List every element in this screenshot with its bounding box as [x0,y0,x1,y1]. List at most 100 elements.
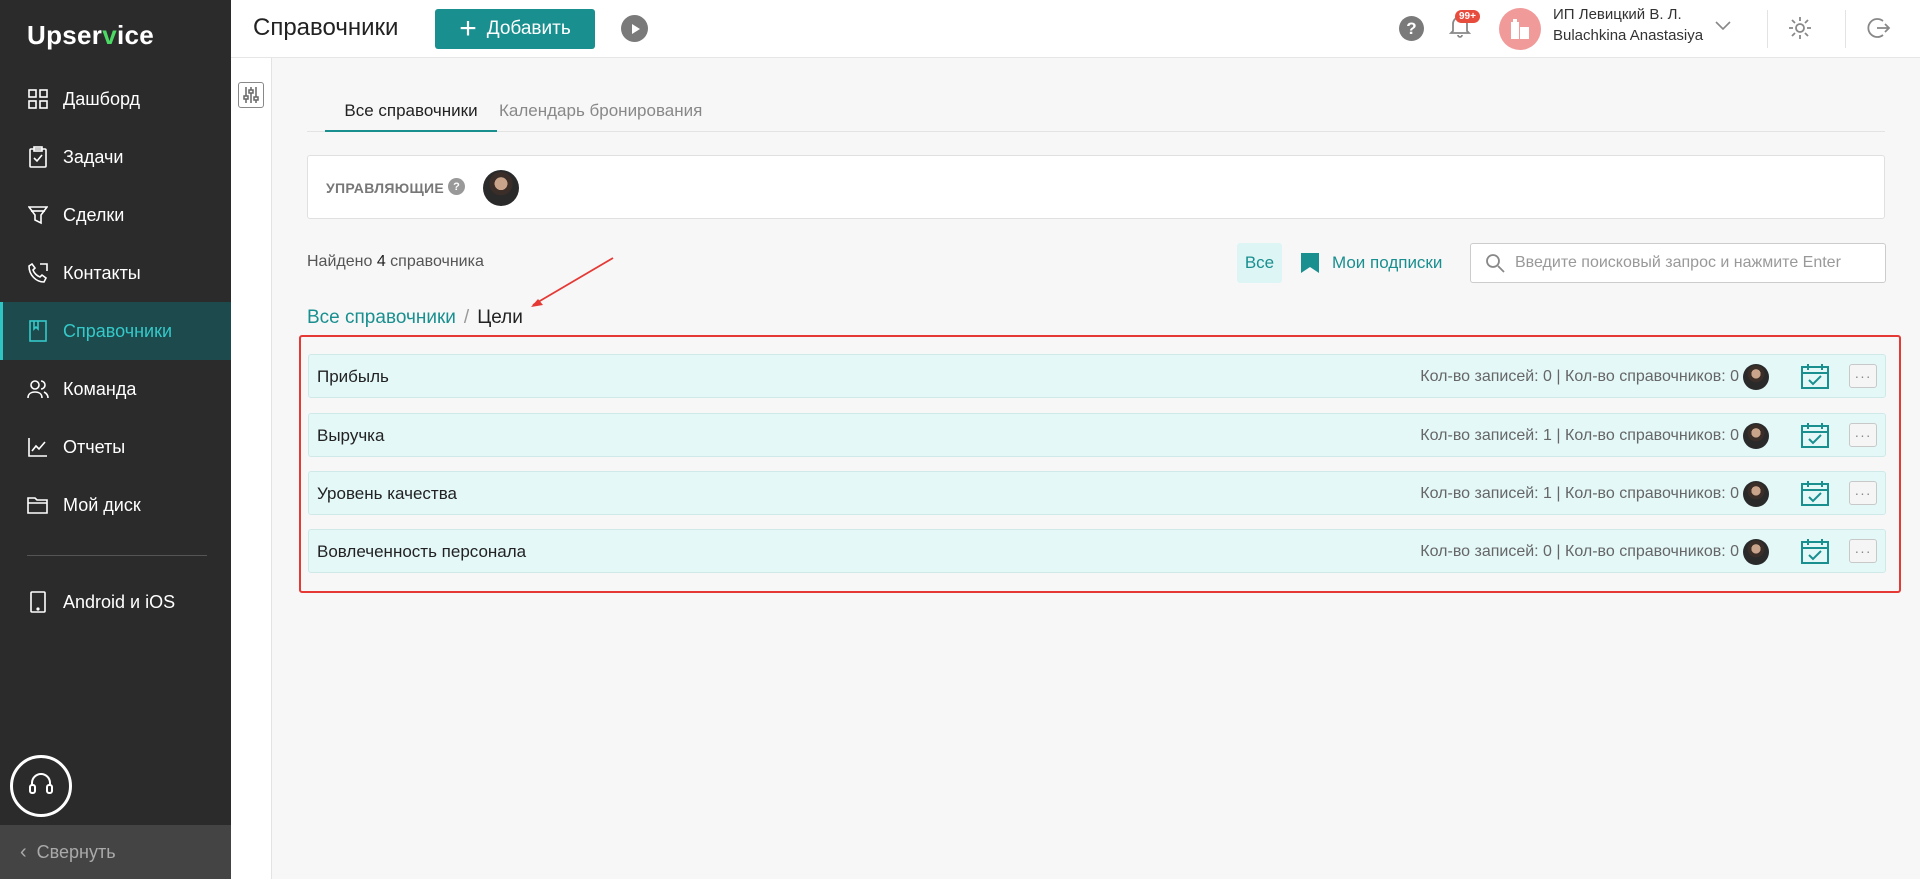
list-item[interactable]: Прибыль Кол-во записей: 0 | Кол-во справ… [308,354,1886,398]
sidebar-item-label: Android и iOS [63,591,176,612]
row-title[interactable]: Выручка [317,426,384,446]
sidebar-item-label: Сделки [63,204,125,225]
ellipsis-icon: ··· [1854,485,1872,501]
calendar-icon[interactable] [1801,363,1829,394]
logout-icon [1867,18,1891,38]
annotation-arrow [531,257,614,307]
list-item[interactable]: Выручка Кол-во записей: 1 | Кол-во справ… [308,413,1886,457]
sidebar: Upservice Дашборд Задачи Сделки Контакты… [0,0,231,879]
help-icon[interactable]: ? [448,178,465,195]
notifications-badge: 99+ [1455,10,1480,23]
sidebar-item-tasks[interactable]: Задачи [0,128,231,186]
calendar-icon[interactable] [1801,480,1829,511]
row-title[interactable]: Вовлеченность персонала [317,542,526,562]
tabs: Все справочники Календарь бронирования [307,95,1885,132]
sidebar-item-label: Контакты [63,262,141,283]
phone-icon [27,262,49,284]
more-options-button[interactable]: ··· [1849,364,1877,388]
more-options-button[interactable]: ··· [1849,481,1877,505]
folder-icon [27,494,49,516]
sidebar-item-dashboard[interactable]: Дашборд [0,70,231,128]
play-icon [631,23,640,34]
support-button[interactable] [10,755,72,817]
list-item[interactable]: Вовлеченность персонала Кол-во записей: … [308,529,1886,573]
managers-panel: УПРАВЛЯЮЩИЕ ? [307,155,1885,219]
collapse-label: Свернуть [36,841,116,862]
tab-booking-calendar[interactable]: Календарь бронирования [499,101,702,132]
plus-icon: + [459,12,477,45]
sidebar-item-label: Справочники [63,320,173,341]
sidebar-item-label: Дашборд [63,88,141,109]
add-button[interactable]: + Добавить [435,9,595,49]
gear-icon [1789,17,1811,39]
user-name[interactable]: Bulachkina Anastasiya [1553,27,1703,44]
search-icon [1486,254,1505,273]
ellipsis-icon: ··· [1854,368,1872,384]
sidebar-item-directories[interactable]: Справочники [0,302,231,360]
row-title[interactable]: Уровень качества [317,484,457,504]
user-company[interactable]: ИП Левицкий В. Л. [1553,6,1682,23]
question-icon: ? [1406,18,1417,38]
sidebar-item-deals[interactable]: Сделки [0,186,231,244]
funnel-icon [27,204,49,226]
dashboard-icon [27,88,49,110]
filter-strip [231,58,272,879]
ellipsis-icon: ··· [1854,427,1872,443]
top-header: Справочники + Добавить ? 99+ ИП Левицкий… [231,0,1920,58]
team-icon [27,378,49,400]
filter-all-button[interactable]: Все [1237,243,1282,283]
sidebar-item-label: Задачи [63,146,124,167]
more-options-button[interactable]: ··· [1849,539,1877,563]
subscriptions-label: Мои подписки [1332,253,1443,272]
my-subscriptions-button[interactable]: Мои подписки [1300,252,1442,274]
chevron-left-icon: ‹ [20,840,27,863]
ellipsis-icon: ··· [1854,543,1872,559]
filters-toggle-button[interactable] [238,82,264,108]
breadcrumb-current: Цели [477,307,523,328]
calendar-icon[interactable] [1801,538,1829,569]
header-divider [1845,10,1846,48]
avatar[interactable] [1743,539,1769,565]
sidebar-item-my-disk[interactable]: Мой диск [0,476,231,534]
breadcrumb-separator: / [463,307,470,328]
sidebar-item-label: Мой диск [63,494,141,515]
play-video-button[interactable] [621,15,648,42]
avatar[interactable] [483,170,519,206]
company-avatar[interactable] [1499,8,1541,50]
managers-label: УПРАВЛЯЮЩИЕ [326,180,445,196]
chart-icon [27,436,49,458]
row-stats: Кол-во записей: 0 | Кол-во справочников:… [1420,368,1739,385]
tasks-icon [27,146,49,168]
avatar[interactable] [1743,481,1769,507]
page-title: Справочники [253,14,399,41]
sidebar-item-team[interactable]: Команда [0,360,231,418]
breadcrumb-root[interactable]: Все справочники [307,307,456,328]
sidebar-item-mobile[interactable]: Android и iOS [0,573,231,631]
sidebar-item-label: Отчеты [63,436,126,457]
calendar-icon[interactable] [1801,422,1829,453]
search-input[interactable] [1515,254,1875,272]
settings-button[interactable] [1787,15,1813,46]
sidebar-item-label: Команда [63,378,137,399]
more-options-button[interactable]: ··· [1849,423,1877,447]
book-icon [27,320,49,342]
tab-all-directories[interactable]: Все справочники [325,101,497,132]
chevron-down-icon[interactable] [1715,18,1731,36]
sidebar-item-contacts[interactable]: Контакты [0,244,231,302]
building-icon [1511,19,1529,39]
collapse-sidebar-button[interactable]: ‹ Свернуть [0,825,231,879]
bookmark-icon [1301,253,1319,273]
logout-button[interactable] [1865,15,1891,46]
tablet-icon [27,591,49,613]
help-button[interactable]: ? [1399,16,1424,41]
search-box [1470,243,1886,283]
sidebar-item-reports[interactable]: Отчеты [0,418,231,476]
list-item[interactable]: Уровень качества Кол-во записей: 1 | Кол… [308,471,1886,515]
avatar[interactable] [1743,423,1769,449]
row-stats: Кол-во записей: 1 | Кол-во справочников:… [1420,485,1739,502]
breadcrumb: Все справочники / Цели [307,307,523,329]
row-title[interactable]: Прибыль [317,367,389,387]
found-count: Найдено 4 справочника [307,253,484,270]
logo[interactable]: Upservice [27,20,154,51]
avatar[interactable] [1743,364,1769,390]
